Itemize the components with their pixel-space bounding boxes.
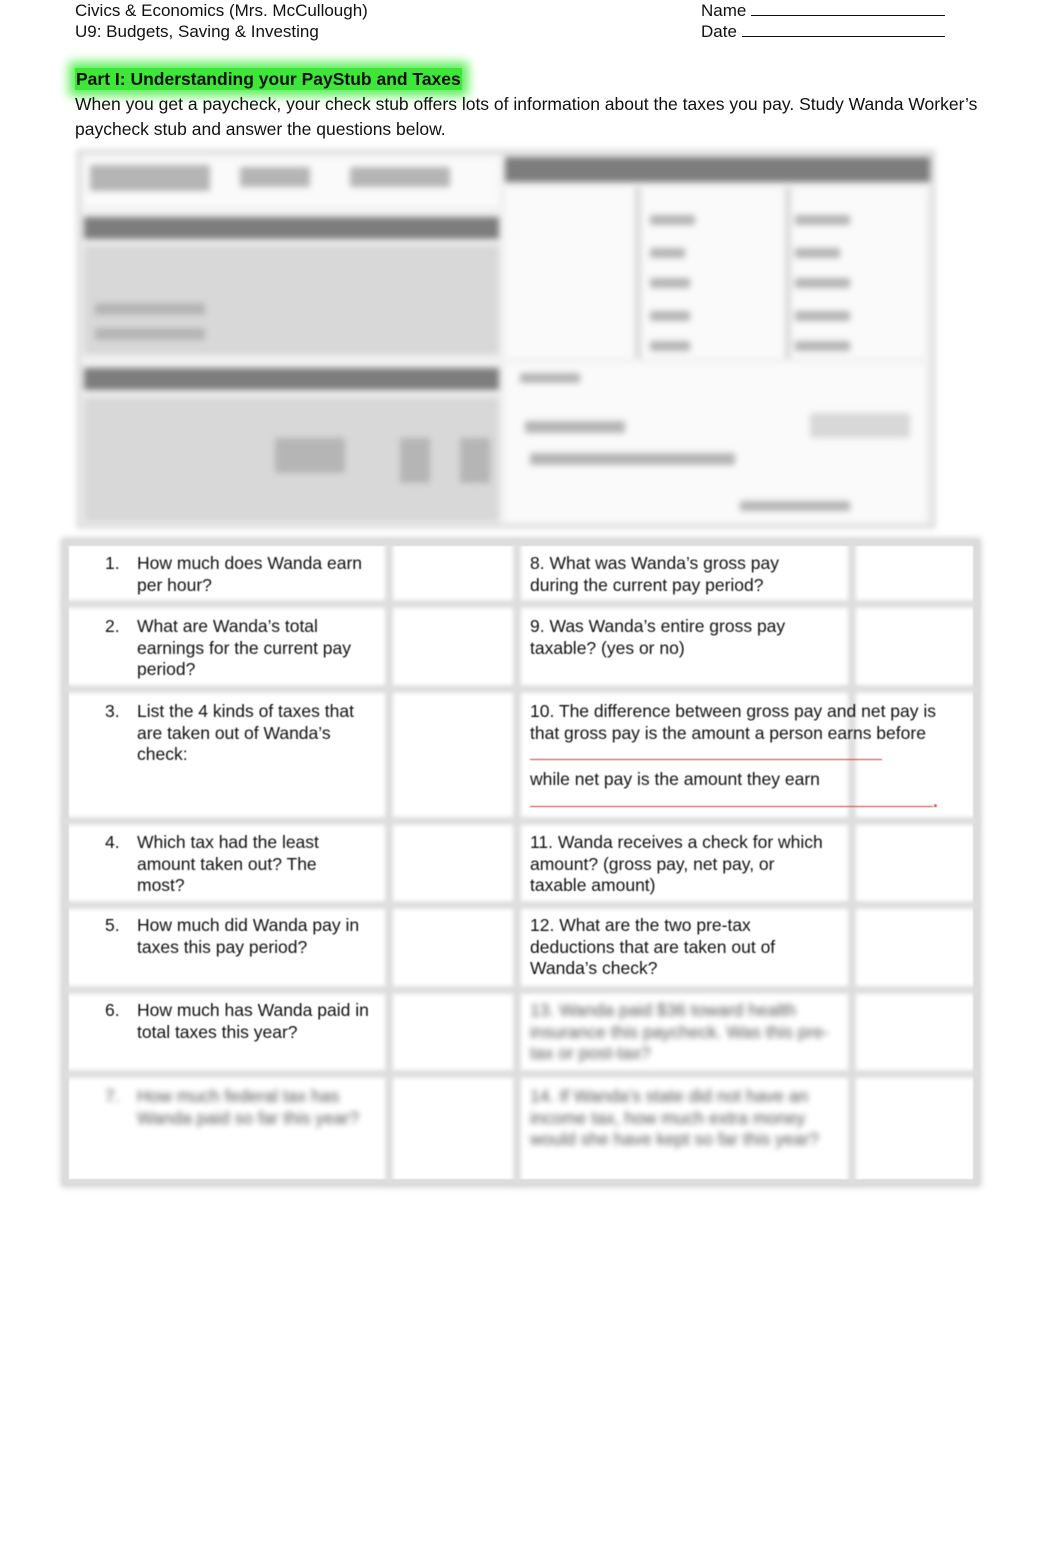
answer-cell-1[interactable] <box>393 546 511 598</box>
name-field[interactable]: Name <box>701 0 946 21</box>
question-10: 10. The difference between gross pay and… <box>530 701 938 811</box>
answer-cell-4[interactable] <box>393 825 511 899</box>
answer-cell-12[interactable] <box>856 909 966 984</box>
date-field[interactable]: Date <box>701 21 945 42</box>
answer-cell-8[interactable] <box>856 546 966 598</box>
question-9: 9. Was Wanda’s entire gross pay taxable?… <box>530 616 786 658</box>
paystub-image <box>77 150 935 528</box>
answer-cell-6[interactable] <box>393 994 511 1068</box>
questions-table: 1. How much does Wanda earn per hour? 2.… <box>63 540 979 1185</box>
answer-cell-13[interactable] <box>856 994 966 1068</box>
answer-blank-net[interactable] <box>530 792 933 807</box>
document-header-right: Name Date <box>701 0 946 42</box>
intro-paragraph: When you get a paycheck, your check stub… <box>75 94 978 139</box>
answer-cell-5[interactable] <box>393 909 511 984</box>
course-title: Civics & Economics (Mrs. McCullough) <box>75 1 368 20</box>
date-blank[interactable] <box>741 21 945 37</box>
question-11: 11. Wanda receives a check for which amo… <box>530 832 823 895</box>
question-13: 13. Wanda paid $36 toward health insuran… <box>530 1000 829 1063</box>
part-title: Part I: Understanding your PayStub and T… <box>75 68 462 90</box>
unit-title: U9: Budgets, Saving & Investing <box>75 22 319 41</box>
answer-cell-2[interactable] <box>393 608 511 683</box>
answer-cell-14[interactable] <box>856 1078 966 1178</box>
question-12: 12. What are the two pre-tax deductions … <box>530 915 776 978</box>
name-blank[interactable] <box>751 0 946 16</box>
answer-cell-7[interactable] <box>393 1078 511 1178</box>
answer-cell-9[interactable] <box>856 608 966 683</box>
document-header-left: Civics & Economics (Mrs. McCullough) U9:… <box>75 0 368 42</box>
question-14: 14. If Wanda’s state did not have an inc… <box>530 1086 819 1149</box>
answer-cell-3[interactable] <box>393 693 511 815</box>
answer-blank-before[interactable] <box>530 745 882 760</box>
date-label: Date <box>701 22 737 41</box>
answer-cell-11[interactable] <box>856 825 966 899</box>
question-8: 8. What was Wanda’s gross pay during the… <box>530 553 779 595</box>
name-label: Name <box>701 1 747 20</box>
